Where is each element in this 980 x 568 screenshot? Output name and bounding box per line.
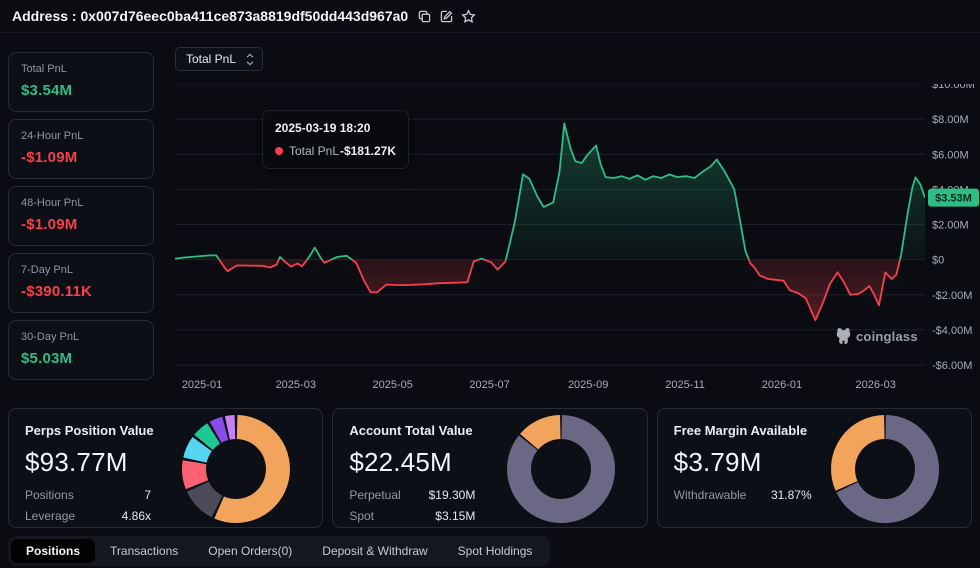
stat-label: Withdrawable: [674, 488, 747, 502]
current-value-badge-text: $3.53M: [935, 193, 972, 205]
tooltip-series-value: -$181.27K: [340, 144, 396, 158]
pnl-7d-card: 7-Day PnL -$390.11K: [8, 253, 154, 313]
star-icon[interactable]: [461, 9, 476, 24]
pnl-card-label: 30-Day PnL: [21, 331, 141, 343]
tab-deposit-withdraw[interactable]: Deposit & Withdraw: [307, 539, 442, 563]
tooltip-datetime: 2025-03-19 18:20: [275, 121, 396, 135]
series-dot-icon: [275, 147, 283, 155]
stat-label: Positions: [25, 488, 74, 502]
pnl-card-label: 24-Hour PnL: [21, 130, 141, 142]
y-axis-label: -$2.00M: [932, 290, 972, 302]
pnl-sidebar: Total PnL $3.54M 24-Hour PnL -$1.09M 48-…: [8, 52, 154, 387]
pnl-card-value: $3.54M: [21, 82, 141, 99]
pnl-30d-card: 30-Day PnL $5.03M: [8, 320, 154, 380]
x-axis-label: 2025-09: [568, 379, 608, 391]
donut-segment-position-3: [194, 462, 197, 484]
pnl-24h-card: 24-Hour PnL -$1.09M: [8, 119, 154, 179]
stat-value: $19.30M: [429, 488, 476, 502]
tooltip-series-label: Total PnL: [289, 144, 339, 158]
edit-icon[interactable]: [439, 9, 454, 24]
stat-label: Leverage: [25, 509, 75, 523]
donut-segment-position-2: [198, 487, 217, 507]
tab-spot-holdings[interactable]: Spot Holdings: [443, 539, 548, 563]
pnl-card-value: -$390.11K: [21, 283, 141, 300]
address-title: Address : 0x007d76eec0ba411ce873a8819df5…: [12, 8, 408, 24]
account-total-value-card: Account Total Value $22.45M Perpetual$19…: [332, 408, 647, 528]
x-axis-label: 2025-07: [469, 379, 509, 391]
pnl-card-label: 48-Hour PnL: [21, 197, 141, 209]
donut-segment-withdrawable: [843, 427, 884, 486]
tab-open-orders-0[interactable]: Open Orders(0): [193, 539, 307, 563]
pnl-metric-select-value: Total PnL: [186, 52, 236, 66]
y-axis-label: $2.00M: [932, 220, 969, 232]
coinglass-address-dashboard: Address : 0x007d76eec0ba411ce873a8819df5…: [0, 0, 980, 568]
chart-tooltip: 2025-03-19 18:20 Total PnL -$181.27K: [262, 110, 409, 169]
stat-value: $3.15M: [435, 509, 475, 523]
free-margin-donut-chart[interactable]: [829, 413, 941, 525]
donut-segment-position-5: [204, 433, 214, 442]
x-axis-label: 2026-01: [762, 379, 802, 391]
positions-donut-chart[interactable]: [180, 413, 292, 525]
coinglass-bear-icon: [836, 328, 851, 345]
y-axis-label: -$4.00M: [932, 325, 972, 337]
copy-icon[interactable]: [417, 9, 432, 24]
y-axis-label: $10.00M: [932, 84, 975, 91]
tab-positions[interactable]: Positions: [11, 539, 95, 563]
y-axis-label: -$6.00M: [932, 360, 972, 372]
coinglass-wordmark: coinglass: [856, 329, 918, 344]
x-axis-label: 2025-11: [665, 379, 705, 391]
coinglass-watermark: coinglass: [836, 328, 918, 345]
pnl-card-value: -$1.09M: [21, 216, 141, 233]
stat-label: Perpetual: [349, 488, 400, 502]
x-axis-label: 2025-01: [182, 379, 222, 391]
stat-value: 31.87%: [771, 488, 812, 502]
header: Address : 0x007d76eec0ba411ce873a8819df5…: [0, 0, 980, 33]
donut-segment-spot: [529, 427, 560, 442]
tab-transactions[interactable]: Transactions: [95, 539, 193, 563]
y-axis-label: $0: [932, 255, 944, 267]
bottom-tab-bar: PositionsTransactionsOpen Orders(0)Depos…: [8, 536, 550, 566]
total-pnl-card: Total PnL $3.54M: [8, 52, 154, 112]
y-axis-label: $6.00M: [932, 149, 969, 161]
stat-value: 4.86x: [122, 509, 151, 523]
pnl-card-label: Total PnL: [21, 63, 141, 75]
pnl-chart-panel: Total PnL $10.00M$8.00M$6.00M$4.00M$2.00…: [160, 33, 980, 408]
donut-segment-position-7: [228, 427, 236, 428]
pnl-metric-select[interactable]: Total PnL: [175, 47, 263, 71]
x-axis-label: 2026-03: [856, 379, 896, 391]
stat-label: Spot: [349, 509, 374, 523]
pnl-card-value: $5.03M: [21, 350, 141, 367]
perps-position-value-card: Perps Position Value $93.77M Positions7 …: [8, 408, 323, 528]
account-value-donut-chart[interactable]: [505, 413, 617, 525]
pnl-48h-card: 48-Hour PnL -$1.09M: [8, 186, 154, 246]
pnl-card-label: 7-Day PnL: [21, 264, 141, 276]
x-axis-label: 2025-03: [276, 379, 316, 391]
free-margin-card: Free Margin Available $3.79M Withdrawabl…: [657, 408, 972, 528]
x-axis-label: 2025-05: [373, 379, 413, 391]
stat-value: 7: [144, 488, 151, 502]
summary-cards-row: Perps Position Value $93.77M Positions7 …: [8, 408, 972, 528]
donut-segment-position-4: [195, 444, 202, 460]
pnl-card-value: -$1.09M: [21, 149, 141, 166]
y-axis-label: $8.00M: [932, 114, 969, 126]
donut-segment-position-6: [216, 428, 226, 432]
chevron-updown-icon: [246, 53, 254, 66]
